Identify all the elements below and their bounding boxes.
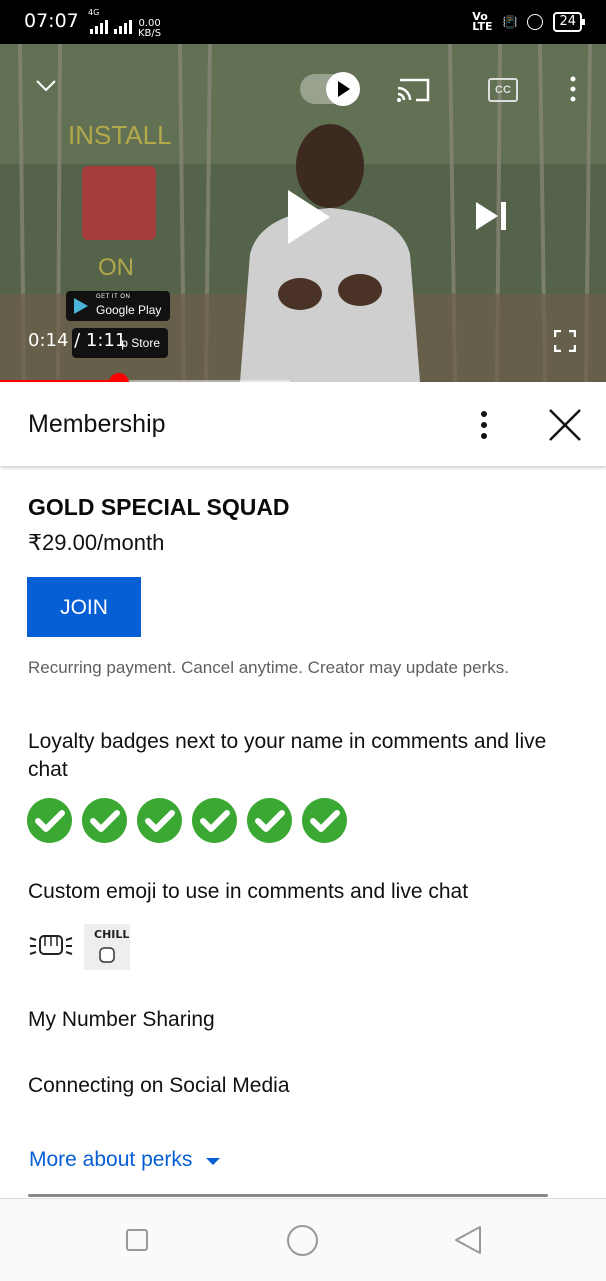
- close-icon[interactable]: [546, 406, 584, 444]
- battery-icon: 24: [553, 12, 585, 32]
- loyalty-badges: [27, 798, 347, 843]
- join-button[interactable]: JOIN: [27, 577, 141, 637]
- vibrate-icon: 📳: [502, 15, 518, 29]
- google-play-badge: GET IT ON Google Play: [66, 291, 170, 321]
- signal-icon: [90, 20, 108, 34]
- home-button[interactable]: [287, 1225, 318, 1256]
- chill-emoji-icon: CHILL: [84, 924, 130, 970]
- tier-price: ₹29.00/month: [28, 530, 165, 555]
- more-options-icon[interactable]: [566, 74, 580, 104]
- tier-name: GOLD SPECIAL SQUAD: [28, 494, 290, 520]
- checkmark-badge-icon: [302, 798, 347, 843]
- status-time: 07:07: [24, 10, 79, 32]
- checkmark-badge-icon: [82, 798, 127, 843]
- more-perks-label: More about perks: [29, 1148, 193, 1171]
- fullscreen-icon[interactable]: [554, 330, 576, 352]
- google-play-icon: [74, 298, 88, 314]
- checkmark-badge-icon: [27, 798, 72, 843]
- autoplay-play-icon: [338, 81, 350, 97]
- status-bar: 07:07 4G 0.00 KB/S Vo LTE 📳 24: [0, 0, 606, 44]
- system-nav-bar: [0, 1198, 606, 1281]
- presenter-figure: [240, 124, 420, 382]
- custom-emoji-list: CHILL: [28, 924, 130, 970]
- volte-label: Vo LTE: [472, 10, 493, 33]
- chill-emoji-text: CHILL: [94, 928, 130, 941]
- panel-title: Membership: [28, 410, 166, 438]
- network-type: 4G: [88, 8, 100, 17]
- chevron-down-icon: [206, 1157, 221, 1165]
- perk-number-sharing: My Number Sharing: [28, 1008, 215, 1031]
- truncated-text: [28, 1190, 548, 1198]
- checkmark-badge-icon: [137, 798, 182, 843]
- speed-unit: KB/S: [138, 28, 162, 39]
- membership-panel-header: Membership: [0, 382, 606, 466]
- back-button[interactable]: [454, 1225, 482, 1255]
- install-overlay-text: INSTALL: [68, 120, 172, 150]
- panel-more-icon[interactable]: [474, 408, 494, 442]
- perk-custom-emoji: Custom emoji to use in comments and live…: [28, 880, 469, 903]
- google-play-small-text: GET IT ON: [96, 294, 131, 300]
- network-speed: 0.00 KB/S: [138, 19, 161, 39]
- payment-note: Recurring payment. Cancel anytime. Creat…: [28, 658, 509, 677]
- perk-loyalty-badges: Loyalty badges next to your name in comm…: [28, 730, 547, 781]
- battery-level: 24: [559, 14, 576, 29]
- google-play-label: Google Play: [96, 303, 162, 317]
- status-icons: Vo LTE 📳 24: [472, 10, 585, 34]
- perk-social-media: Connecting on Social Media: [28, 1074, 290, 1097]
- app-store-label: p Store: [121, 336, 160, 350]
- next-video-icon[interactable]: [476, 202, 508, 230]
- signal-icon: [114, 20, 132, 34]
- on-overlay-text: ON: [98, 254, 134, 281]
- video-player[interactable]: INSTALL ON GET IT ON Google Play p Store…: [0, 44, 606, 382]
- video-time: 0:14 / 1:11: [28, 330, 127, 351]
- more-about-perks-link[interactable]: More about perks: [29, 1148, 221, 1172]
- recents-button[interactable]: [126, 1229, 148, 1251]
- captions-icon[interactable]: CC: [488, 78, 518, 102]
- app-logo-overlay: [82, 166, 156, 240]
- play-icon[interactable]: [288, 190, 330, 244]
- cast-icon[interactable]: [396, 76, 432, 104]
- checkmark-badge-icon: [192, 798, 237, 843]
- fist-emoji-icon: [29, 935, 73, 955]
- hand-icon: [99, 947, 115, 963]
- data-saver-icon: [527, 14, 544, 30]
- checkmark-badge-icon: [247, 798, 292, 843]
- minimize-chevron-icon[interactable]: [36, 80, 56, 92]
